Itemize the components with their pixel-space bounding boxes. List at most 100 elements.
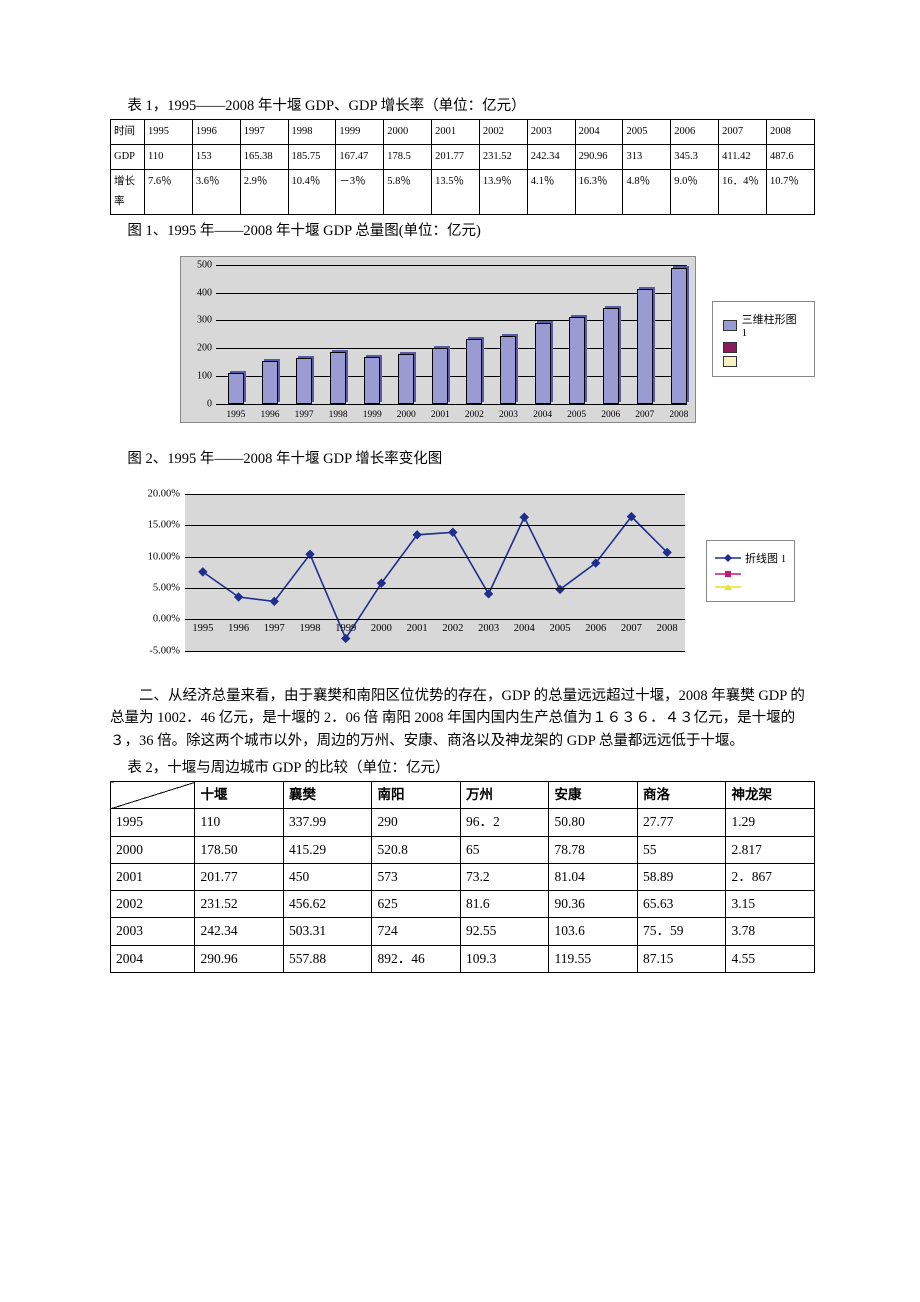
bar: [364, 357, 380, 404]
line-plot: -5.00%0.00%5.00%10.00%15.00%20.00%199519…: [185, 494, 685, 651]
legend-item: 三维柱形图 1: [723, 311, 804, 339]
ytick-label: 500: [188, 259, 212, 270]
bar: [228, 373, 244, 404]
cell: 520.8: [372, 836, 461, 863]
xtick-label: 2005: [550, 623, 571, 634]
xtick-label: 2001: [407, 623, 428, 634]
cell: 456.62: [283, 891, 372, 918]
cell: 119.55: [549, 945, 638, 972]
xtick-label: 1998: [329, 410, 348, 420]
cell: 625: [372, 891, 461, 918]
ytick-label: -5.00%: [130, 645, 180, 656]
xtick-label: 1999: [363, 410, 382, 420]
xtick-label: 2004: [533, 410, 552, 420]
table2-caption: 表 2，十堰与周边城市 GDP 的比较（单位：亿元）: [110, 756, 815, 777]
xtick-label: 2008: [669, 410, 688, 420]
chart1-caption: 图 1、1995 年——2008 年十堰 GDP 总量图(单位：亿元): [110, 219, 815, 240]
legend-swatch-icon: [723, 356, 737, 367]
chart2-caption: 图 2、1995 年——2008 年十堰 GDP 增长率变化图: [110, 447, 815, 468]
bar: [466, 339, 482, 403]
xtick-label: 2004: [514, 623, 535, 634]
xtick-label: 2003: [478, 623, 499, 634]
ytick-label: 15.00%: [130, 520, 180, 531]
cell: 92.55: [460, 918, 549, 945]
cell: 109.3: [460, 945, 549, 972]
ytick-label: 100: [188, 370, 212, 381]
diag-header: [111, 782, 195, 809]
chart2: -5.00% 0.00% 5.00% 10.00% 15.00% 20.00% 1995 19…: [130, 484, 815, 659]
cell: 75．59: [637, 918, 726, 945]
cell: 90.36: [549, 891, 638, 918]
table-row: 2001201.7745057373.281.0458.892．867: [111, 863, 815, 890]
xtick-label: 1995: [192, 623, 213, 634]
ytick-label: 10.00%: [130, 551, 180, 562]
table1-caption: 表 1，1995——2008 年十堰 GDP、GDP 增长率（单位：亿元）: [110, 94, 815, 115]
table-row: 增长率 7.6％ 3.6％ 2.9％ 10.4％ －3％ 5.8％ 13.5％ …: [111, 169, 815, 214]
cell: 1.29: [726, 809, 815, 836]
cell: 290.96: [195, 945, 284, 972]
table-row: 1995110337.9929096．250.8027.771.29: [111, 809, 815, 836]
cell: 96．2: [460, 809, 549, 836]
xtick-label: 2007: [621, 623, 642, 634]
table-row: 2003242.34503.3172492.55103.675．593.78: [111, 918, 815, 945]
xtick-label: 2006: [585, 623, 606, 634]
bar-plot: 0100200300400500199519961997199819992000…: [216, 265, 687, 404]
ytick-label: 400: [188, 287, 212, 298]
legend-item: [715, 582, 786, 592]
cell: 50.80: [549, 809, 638, 836]
bar-chart: 0100200300400500199519961997199819992000…: [180, 256, 696, 423]
row-year: 2001: [111, 863, 195, 890]
bar: [637, 289, 653, 403]
ytick-label: 0: [188, 398, 212, 409]
table-row: GDP 110 153 165.38 185.75 167.47 178.5 2…: [111, 144, 815, 169]
bar: [262, 361, 278, 404]
bar: [398, 354, 414, 404]
row-label: GDP: [111, 144, 145, 169]
cell: 27.77: [637, 809, 726, 836]
cell: 3.15: [726, 891, 815, 918]
bar: [569, 317, 585, 404]
cell: 892．46: [372, 945, 461, 972]
ytick-label: 200: [188, 343, 212, 354]
xtick-label: 2003: [499, 410, 518, 420]
xtick-label: 1996: [260, 410, 279, 420]
ytick-label: 300: [188, 315, 212, 326]
cell: 73.2: [460, 863, 549, 890]
row-year: 1995: [111, 809, 195, 836]
row-label: 时间: [111, 120, 145, 145]
row-year: 2003: [111, 918, 195, 945]
xtick-label: 1997: [264, 623, 285, 634]
line-svg: [185, 494, 685, 651]
cell: 87.15: [637, 945, 726, 972]
xtick-label: 2000: [371, 623, 392, 634]
table-row: 2002231.52456.6262581.690.3665.633.15: [111, 891, 815, 918]
cell: 2.817: [726, 836, 815, 863]
table1: 时间 1995 1996 1997 1998 1999 2000 2001 20…: [110, 119, 815, 215]
chart1-legend: 三维柱形图 1: [712, 301, 815, 377]
xtick-label: 1997: [295, 410, 314, 420]
bar: [296, 358, 312, 404]
row-year: 2002: [111, 891, 195, 918]
table-row: 十堰 襄樊 南阳 万州 安康 商洛 神龙架: [111, 782, 815, 809]
cell: 58.89: [637, 863, 726, 890]
legend-item: [715, 569, 786, 579]
cell: 178.50: [195, 836, 284, 863]
ytick-label: 0.00%: [130, 614, 180, 625]
bar: [603, 308, 619, 404]
cell: 724: [372, 918, 461, 945]
cell: 231.52: [195, 891, 284, 918]
bar: [330, 352, 346, 404]
cell: 78.78: [549, 836, 638, 863]
xtick-label: 2002: [465, 410, 484, 420]
ytick-label: 20.00%: [130, 488, 180, 499]
chart2-legend: 折线图 1: [706, 540, 795, 602]
table-row: 2000178.50415.29520.86578.78552.817: [111, 836, 815, 863]
cell: 290: [372, 809, 461, 836]
bar: [500, 336, 516, 403]
ytick-label: 5.00%: [130, 582, 180, 593]
row-label: 增长率: [111, 169, 145, 214]
xtick-label: 2002: [442, 623, 463, 634]
legend-item: 折线图 1: [715, 550, 786, 566]
cell: 110: [195, 809, 284, 836]
cell: 3.78: [726, 918, 815, 945]
